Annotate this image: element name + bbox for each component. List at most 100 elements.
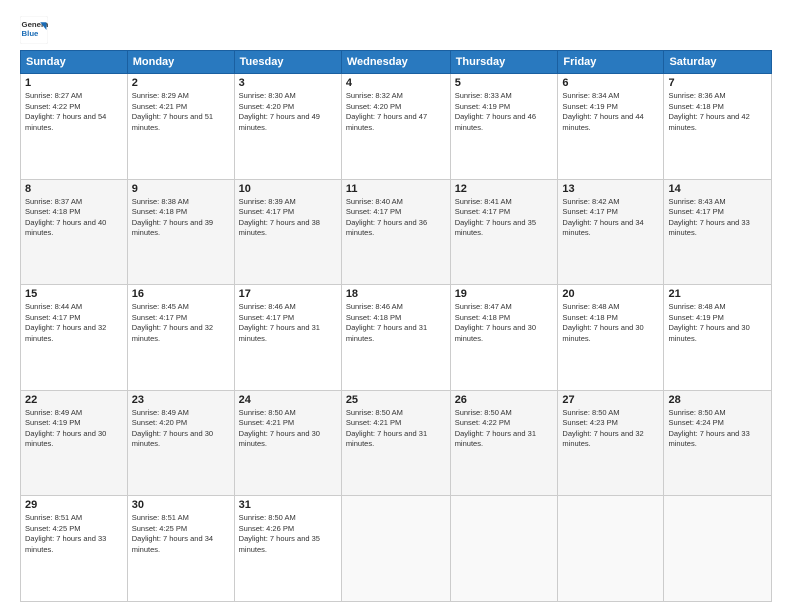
col-header-sunday: Sunday bbox=[21, 51, 128, 74]
daylight-label: Daylight: 7 hours and 47 minutes. bbox=[346, 112, 427, 132]
sunset-label: Sunset: 4:17 PM bbox=[346, 207, 401, 216]
sunset-label: Sunset: 4:17 PM bbox=[562, 207, 617, 216]
day-number: 9 bbox=[132, 183, 230, 195]
calendar-cell: 14 Sunrise: 8:43 AM Sunset: 4:17 PM Dayl… bbox=[664, 179, 772, 285]
calendar-cell: 1 Sunrise: 8:27 AM Sunset: 4:22 PM Dayli… bbox=[21, 74, 128, 180]
sunset-label: Sunset: 4:21 PM bbox=[346, 418, 401, 427]
day-info: Sunrise: 8:46 AM Sunset: 4:17 PM Dayligh… bbox=[239, 302, 337, 344]
day-number: 12 bbox=[455, 183, 554, 195]
sunset-label: Sunset: 4:20 PM bbox=[346, 102, 401, 111]
calendar-cell: 19 Sunrise: 8:47 AM Sunset: 4:18 PM Dayl… bbox=[450, 285, 558, 391]
svg-text:Blue: Blue bbox=[22, 29, 40, 38]
daylight-label: Daylight: 7 hours and 33 minutes. bbox=[668, 218, 749, 238]
calendar-cell: 5 Sunrise: 8:33 AM Sunset: 4:19 PM Dayli… bbox=[450, 74, 558, 180]
day-number: 24 bbox=[239, 394, 337, 406]
daylight-label: Daylight: 7 hours and 39 minutes. bbox=[132, 218, 213, 238]
sunrise-label: Sunrise: 8:48 AM bbox=[668, 302, 725, 311]
sunrise-label: Sunrise: 8:51 AM bbox=[25, 513, 82, 522]
day-info: Sunrise: 8:50 AM Sunset: 4:21 PM Dayligh… bbox=[239, 408, 337, 450]
day-number: 16 bbox=[132, 288, 230, 300]
day-number: 26 bbox=[455, 394, 554, 406]
sunset-label: Sunset: 4:24 PM bbox=[668, 418, 723, 427]
daylight-label: Daylight: 7 hours and 30 minutes. bbox=[668, 323, 749, 343]
calendar-cell: 9 Sunrise: 8:38 AM Sunset: 4:18 PM Dayli… bbox=[127, 179, 234, 285]
calendar-cell bbox=[558, 496, 664, 602]
sunrise-label: Sunrise: 8:41 AM bbox=[455, 197, 512, 206]
calendar-cell: 30 Sunrise: 8:51 AM Sunset: 4:25 PM Dayl… bbox=[127, 496, 234, 602]
daylight-label: Daylight: 7 hours and 54 minutes. bbox=[25, 112, 106, 132]
daylight-label: Daylight: 7 hours and 33 minutes. bbox=[668, 429, 749, 449]
sunrise-label: Sunrise: 8:29 AM bbox=[132, 91, 189, 100]
sunset-label: Sunset: 4:19 PM bbox=[562, 102, 617, 111]
daylight-label: Daylight: 7 hours and 31 minutes. bbox=[239, 323, 320, 343]
daylight-label: Daylight: 7 hours and 49 minutes. bbox=[239, 112, 320, 132]
day-number: 15 bbox=[25, 288, 123, 300]
sunset-label: Sunset: 4:21 PM bbox=[239, 418, 294, 427]
daylight-label: Daylight: 7 hours and 42 minutes. bbox=[668, 112, 749, 132]
sunrise-label: Sunrise: 8:50 AM bbox=[455, 408, 512, 417]
daylight-label: Daylight: 7 hours and 33 minutes. bbox=[25, 534, 106, 554]
sunset-label: Sunset: 4:19 PM bbox=[668, 313, 723, 322]
day-info: Sunrise: 8:49 AM Sunset: 4:20 PM Dayligh… bbox=[132, 408, 230, 450]
day-number: 18 bbox=[346, 288, 446, 300]
day-info: Sunrise: 8:34 AM Sunset: 4:19 PM Dayligh… bbox=[562, 91, 659, 133]
sunrise-label: Sunrise: 8:46 AM bbox=[239, 302, 296, 311]
sunset-label: Sunset: 4:18 PM bbox=[668, 102, 723, 111]
calendar-cell: 18 Sunrise: 8:46 AM Sunset: 4:18 PM Dayl… bbox=[341, 285, 450, 391]
daylight-label: Daylight: 7 hours and 31 minutes. bbox=[346, 429, 427, 449]
calendar-cell: 21 Sunrise: 8:48 AM Sunset: 4:19 PM Dayl… bbox=[664, 285, 772, 391]
calendar-table: SundayMondayTuesdayWednesdayThursdayFrid… bbox=[20, 50, 772, 602]
sunset-label: Sunset: 4:18 PM bbox=[25, 207, 80, 216]
calendar-cell: 23 Sunrise: 8:49 AM Sunset: 4:20 PM Dayl… bbox=[127, 390, 234, 496]
sunrise-label: Sunrise: 8:49 AM bbox=[132, 408, 189, 417]
daylight-label: Daylight: 7 hours and 35 minutes. bbox=[239, 534, 320, 554]
day-info: Sunrise: 8:32 AM Sunset: 4:20 PM Dayligh… bbox=[346, 91, 446, 133]
sunset-label: Sunset: 4:18 PM bbox=[562, 313, 617, 322]
day-info: Sunrise: 8:29 AM Sunset: 4:21 PM Dayligh… bbox=[132, 91, 230, 133]
day-number: 11 bbox=[346, 183, 446, 195]
sunrise-label: Sunrise: 8:50 AM bbox=[346, 408, 403, 417]
day-number: 30 bbox=[132, 499, 230, 511]
sunset-label: Sunset: 4:18 PM bbox=[346, 313, 401, 322]
calendar-cell bbox=[450, 496, 558, 602]
day-info: Sunrise: 8:45 AM Sunset: 4:17 PM Dayligh… bbox=[132, 302, 230, 344]
day-info: Sunrise: 8:30 AM Sunset: 4:20 PM Dayligh… bbox=[239, 91, 337, 133]
calendar-cell: 7 Sunrise: 8:36 AM Sunset: 4:18 PM Dayli… bbox=[664, 74, 772, 180]
col-header-saturday: Saturday bbox=[664, 51, 772, 74]
sunset-label: Sunset: 4:17 PM bbox=[239, 207, 294, 216]
day-number: 20 bbox=[562, 288, 659, 300]
sunset-label: Sunset: 4:19 PM bbox=[25, 418, 80, 427]
calendar-cell: 17 Sunrise: 8:46 AM Sunset: 4:17 PM Dayl… bbox=[234, 285, 341, 391]
daylight-label: Daylight: 7 hours and 34 minutes. bbox=[132, 534, 213, 554]
calendar-cell: 22 Sunrise: 8:49 AM Sunset: 4:19 PM Dayl… bbox=[21, 390, 128, 496]
daylight-label: Daylight: 7 hours and 36 minutes. bbox=[346, 218, 427, 238]
calendar-cell: 4 Sunrise: 8:32 AM Sunset: 4:20 PM Dayli… bbox=[341, 74, 450, 180]
sunset-label: Sunset: 4:17 PM bbox=[132, 313, 187, 322]
calendar-cell: 10 Sunrise: 8:39 AM Sunset: 4:17 PM Dayl… bbox=[234, 179, 341, 285]
sunrise-label: Sunrise: 8:50 AM bbox=[562, 408, 619, 417]
sunrise-label: Sunrise: 8:42 AM bbox=[562, 197, 619, 206]
day-info: Sunrise: 8:48 AM Sunset: 4:19 PM Dayligh… bbox=[668, 302, 767, 344]
sunrise-label: Sunrise: 8:46 AM bbox=[346, 302, 403, 311]
sunrise-label: Sunrise: 8:45 AM bbox=[132, 302, 189, 311]
daylight-label: Daylight: 7 hours and 31 minutes. bbox=[346, 323, 427, 343]
day-number: 6 bbox=[562, 77, 659, 89]
col-header-wednesday: Wednesday bbox=[341, 51, 450, 74]
day-number: 21 bbox=[668, 288, 767, 300]
daylight-label: Daylight: 7 hours and 51 minutes. bbox=[132, 112, 213, 132]
day-number: 4 bbox=[346, 77, 446, 89]
day-number: 27 bbox=[562, 394, 659, 406]
day-number: 14 bbox=[668, 183, 767, 195]
calendar-cell: 3 Sunrise: 8:30 AM Sunset: 4:20 PM Dayli… bbox=[234, 74, 341, 180]
daylight-label: Daylight: 7 hours and 38 minutes. bbox=[239, 218, 320, 238]
daylight-label: Daylight: 7 hours and 32 minutes. bbox=[25, 323, 106, 343]
daylight-label: Daylight: 7 hours and 30 minutes. bbox=[25, 429, 106, 449]
sunrise-label: Sunrise: 8:32 AM bbox=[346, 91, 403, 100]
col-header-tuesday: Tuesday bbox=[234, 51, 341, 74]
calendar-cell: 25 Sunrise: 8:50 AM Sunset: 4:21 PM Dayl… bbox=[341, 390, 450, 496]
day-info: Sunrise: 8:50 AM Sunset: 4:22 PM Dayligh… bbox=[455, 408, 554, 450]
day-number: 10 bbox=[239, 183, 337, 195]
day-info: Sunrise: 8:50 AM Sunset: 4:24 PM Dayligh… bbox=[668, 408, 767, 450]
calendar-cell: 12 Sunrise: 8:41 AM Sunset: 4:17 PM Dayl… bbox=[450, 179, 558, 285]
day-info: Sunrise: 8:50 AM Sunset: 4:23 PM Dayligh… bbox=[562, 408, 659, 450]
